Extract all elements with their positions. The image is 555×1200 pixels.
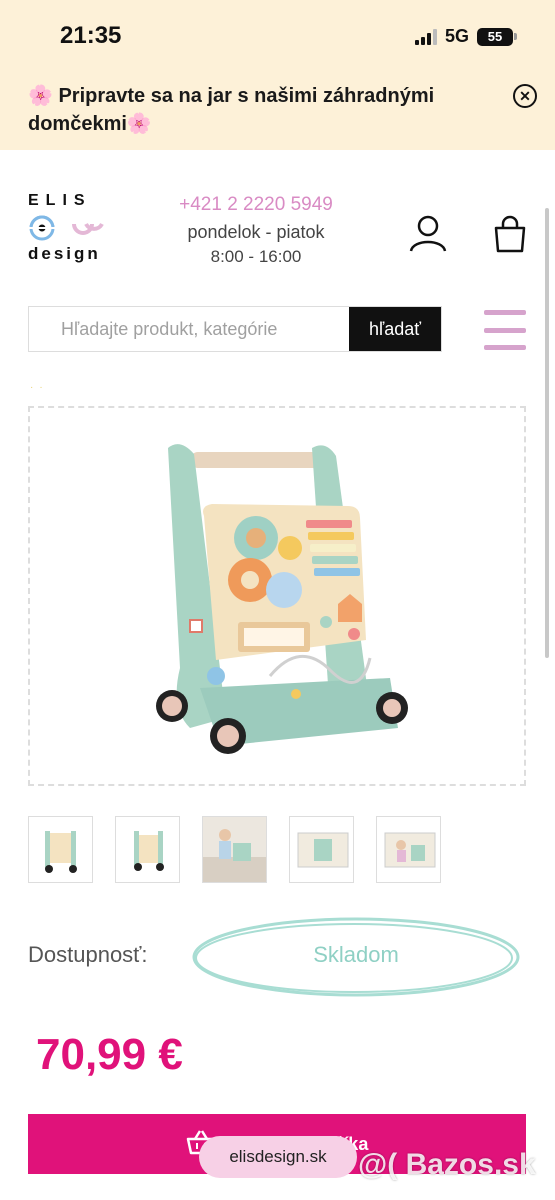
opening-hours: 8:00 - 16:00 bbox=[210, 247, 302, 266]
logo-bottom-text: design bbox=[28, 244, 101, 263]
network-label: 5G bbox=[444, 26, 469, 46]
promo-text: 🌸 Pripravte sa na jar s našimi záhradným… bbox=[28, 85, 435, 135]
promo-banner: 🌸 Pripravte sa na jar s našimi záhradným… bbox=[0, 74, 555, 150]
contact-info: +421 2 2220 5949 pondelok - piatok 8:00 … bbox=[160, 194, 352, 267]
battery-tip bbox=[514, 33, 517, 40]
search-bar: hľadať bbox=[28, 306, 442, 352]
product-price: 70,99 € bbox=[36, 1030, 183, 1079]
thumbnail-walker-box[interactable] bbox=[289, 816, 354, 883]
status-indicators: 5G 55 bbox=[414, 26, 517, 47]
close-icon[interactable]: ✕ bbox=[513, 84, 537, 108]
phone-link[interactable]: +421 2 2220 5949 bbox=[160, 194, 352, 216]
bazos-watermark: @( Bazos.sk bbox=[358, 1148, 536, 1181]
thumbnail-walker-front[interactable] bbox=[28, 816, 93, 883]
thumbnail-walker-box-child[interactable] bbox=[376, 816, 441, 883]
status-time: 21:35 bbox=[60, 22, 122, 49]
breadcrumb-dots: ·· bbox=[30, 382, 49, 393]
battery-level: 55 bbox=[487, 29, 503, 44]
user-icon[interactable] bbox=[408, 214, 448, 254]
wooden-activity-walker-image bbox=[156, 444, 408, 754]
signal-icon bbox=[414, 28, 437, 45]
availability-status: Skladom bbox=[313, 942, 399, 967]
search-input[interactable] bbox=[29, 307, 349, 351]
shopping-bag-icon[interactable] bbox=[490, 214, 530, 254]
opening-days: pondelok - piatok bbox=[187, 222, 325, 242]
status-bar: 21:35 5G 55 bbox=[0, 0, 555, 74]
logo-mark-icon bbox=[28, 214, 108, 244]
product-image[interactable] bbox=[28, 406, 526, 786]
scrollbar[interactable] bbox=[545, 208, 549, 658]
thumbnail-child-with-walker[interactable] bbox=[202, 816, 267, 883]
thumbnail-walker-side[interactable] bbox=[115, 816, 180, 883]
availability-label: Dostupnosť: bbox=[28, 942, 148, 967]
thumbnail-strip bbox=[28, 816, 441, 883]
battery-icon: 55 bbox=[477, 27, 513, 46]
menu-icon[interactable] bbox=[484, 310, 526, 350]
logo-top-text: ELIS bbox=[28, 192, 92, 209]
logo[interactable]: ELIS design bbox=[28, 192, 108, 264]
url-pill[interactable]: elisdesign.sk bbox=[199, 1136, 357, 1178]
search-button[interactable]: hľadať bbox=[349, 307, 441, 351]
